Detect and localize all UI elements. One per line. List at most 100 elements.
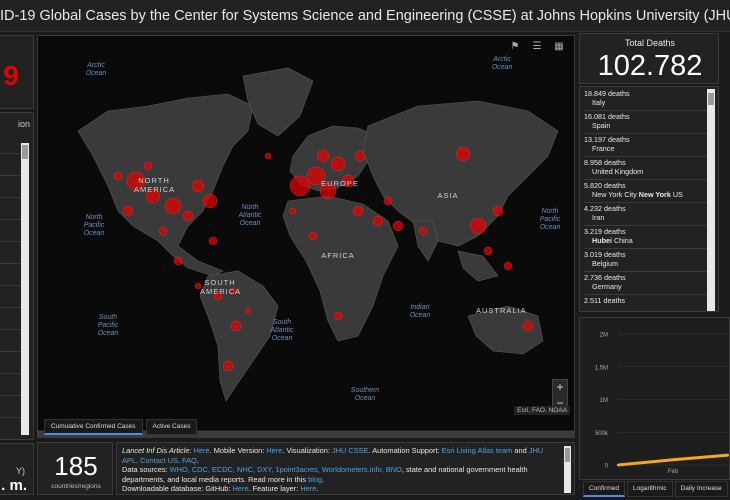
github-link[interactable]: Here [233, 484, 249, 493]
tab-daily-increase[interactable]: Daily Increase [674, 481, 728, 497]
blog-link[interactable]: blog [308, 475, 322, 484]
info-line: Data sources: WHO, CDC, ECDC, NHC, DXY, … [122, 465, 528, 474]
death-count: 16.081 deaths [584, 112, 630, 121]
tab-active-cases[interactable]: Active Cases [145, 419, 198, 435]
info-text: Data sources: [122, 465, 170, 474]
list-item[interactable] [0, 373, 21, 374]
death-count: 3.019 deaths [584, 250, 626, 259]
zoom-in-button[interactable]: + [553, 380, 567, 396]
case-bubble [392, 220, 404, 232]
mobile-link[interactable]: Here [266, 446, 282, 455]
case-bubble [352, 205, 364, 217]
death-count: 13.197 deaths [584, 135, 630, 144]
info-line: Lancet Inf Dis Article: Here. Mobile Ver… [122, 446, 543, 455]
confirmed-by-country-list[interactable]: ion [0, 112, 34, 440]
death-count: 5.820 deaths [584, 181, 626, 190]
list-item[interactable] [0, 241, 21, 242]
info-text: . Feature layer: [248, 484, 301, 493]
chart-tabs: Confirmed Logarithmic Daily Increase [583, 481, 728, 497]
chart-canvas: 0 500k 1M 1.5M 2M Feb [595, 333, 729, 475]
case-bubble [418, 226, 428, 236]
world-map[interactable]: ⚑ ☰ ▦ Arctic Ocean Arctic Ocean North Pacif… [37, 35, 575, 438]
ocean-label: South Pacific Ocean [97, 314, 119, 337]
title-bar: ID-19 Global Cases by the Center for Sys… [0, 0, 730, 32]
list-item[interactable]: 16.081 deaths Spain [584, 112, 708, 134]
faq-link[interactable]: FAQ [182, 456, 197, 465]
case-bubble [289, 175, 311, 197]
jhu-link[interactable]: JHU [529, 446, 543, 455]
total-deaths-title: Total Deaths [624, 38, 676, 48]
list-item[interactable] [0, 285, 21, 286]
death-country-state: New York [638, 190, 671, 199]
list-item[interactable]: 8.958 deaths United Kingdom [584, 158, 708, 180]
visualization-link[interactable]: JHU CSSE [332, 446, 369, 455]
list-item[interactable]: 3.219 deaths Hubei China [584, 227, 708, 249]
list-item[interactable] [0, 153, 21, 154]
list-item[interactable]: 5.820 deaths New York City New York US [584, 181, 708, 203]
info-line: APL. Contact US. FAQ. [122, 456, 199, 465]
list-item[interactable] [0, 197, 21, 198]
case-bubble [330, 156, 346, 172]
case-bubble [208, 236, 218, 246]
bookmark-icon[interactable]: ⚑ [506, 40, 524, 54]
list-item[interactable] [0, 351, 21, 352]
feature-layer-link[interactable]: Here [300, 484, 316, 493]
info-line: departments, and local media reports. Re… [122, 475, 324, 484]
case-bubble [182, 210, 194, 222]
info-text: . Automation Support: [368, 446, 442, 455]
list-item[interactable]: 2.736 deaths Germany [584, 273, 708, 295]
list-item[interactable] [0, 395, 21, 396]
list-scrollbar[interactable] [21, 143, 29, 435]
info-scrollbar[interactable] [564, 446, 571, 493]
death-country: Iran [592, 213, 605, 222]
list-item[interactable] [0, 219, 21, 220]
article-link[interactable]: Here [194, 446, 210, 455]
map-tabs: Cumulative Confirmed Cases Active Cases [44, 419, 198, 435]
se-asia-land [457, 250, 499, 282]
list-item[interactable] [0, 175, 21, 176]
tab-cumulative-confirmed[interactable]: Cumulative Confirmed Cases [44, 419, 143, 435]
case-bubble [522, 320, 534, 332]
case-bubble [372, 215, 384, 227]
series-point [616, 463, 620, 467]
death-country-name: US [670, 190, 683, 199]
death-country: New York City New York US [584, 190, 708, 199]
list-item[interactable]: 2.511 deaths [584, 296, 708, 311]
list-item[interactable] [0, 417, 21, 418]
total-confirmed-value: 9 [3, 60, 19, 91]
case-bubble [164, 197, 182, 215]
ocean-label: North Atlantic Ocean [238, 204, 262, 227]
total-deaths-panel: Total Deaths 102.782 [579, 33, 719, 84]
apl-link[interactable]: APL [122, 456, 136, 465]
case-bubble [230, 320, 242, 332]
list-item[interactable]: 13.197 deaths France [584, 135, 708, 157]
contact-link[interactable]: Contact US [140, 456, 178, 465]
case-bubble [158, 226, 168, 236]
deaths-by-country-list[interactable]: 18.849 deaths Italy 16.081 deaths Spain … [579, 86, 719, 312]
list-icon[interactable]: ☰ [528, 40, 546, 54]
list-item[interactable]: 18.849 deaths Italy [584, 89, 708, 111]
deaths-list-scrollbar[interactable] [707, 89, 715, 311]
continent-label: NORTH AMERICA [134, 176, 176, 194]
list-item[interactable]: 4.232 deaths Iran [584, 204, 708, 226]
esri-link[interactable]: Esri Living Atlas team [442, 446, 513, 455]
case-bubble [191, 179, 205, 193]
tab-confirmed[interactable]: Confirmed [583, 481, 625, 497]
data-sources-links[interactable]: WHO, CDC, ECDC, NHC, DXY, 1point3acres, … [170, 465, 402, 474]
grid-icon[interactable]: ▦ [550, 40, 568, 54]
list-item[interactable] [0, 263, 21, 264]
death-country: Belgium [592, 259, 618, 268]
list-item[interactable] [0, 307, 21, 308]
last-updated-panel: Y) . m. [0, 443, 34, 495]
info-text: departments, and local media reports. Re… [122, 474, 309, 484]
case-bubble [503, 261, 513, 271]
tab-logarithmic[interactable]: Logarithmic [626, 481, 673, 497]
x-tick-label: Feb [668, 469, 679, 475]
death-count: 8.958 deaths [584, 158, 626, 167]
list-item[interactable] [0, 329, 21, 330]
list-item[interactable]: 3.019 deaths Belgium [584, 250, 708, 272]
series-point [726, 453, 729, 457]
case-bubble [122, 205, 134, 217]
y-tick-label: 500k [595, 431, 609, 437]
case-bubble [173, 256, 183, 266]
